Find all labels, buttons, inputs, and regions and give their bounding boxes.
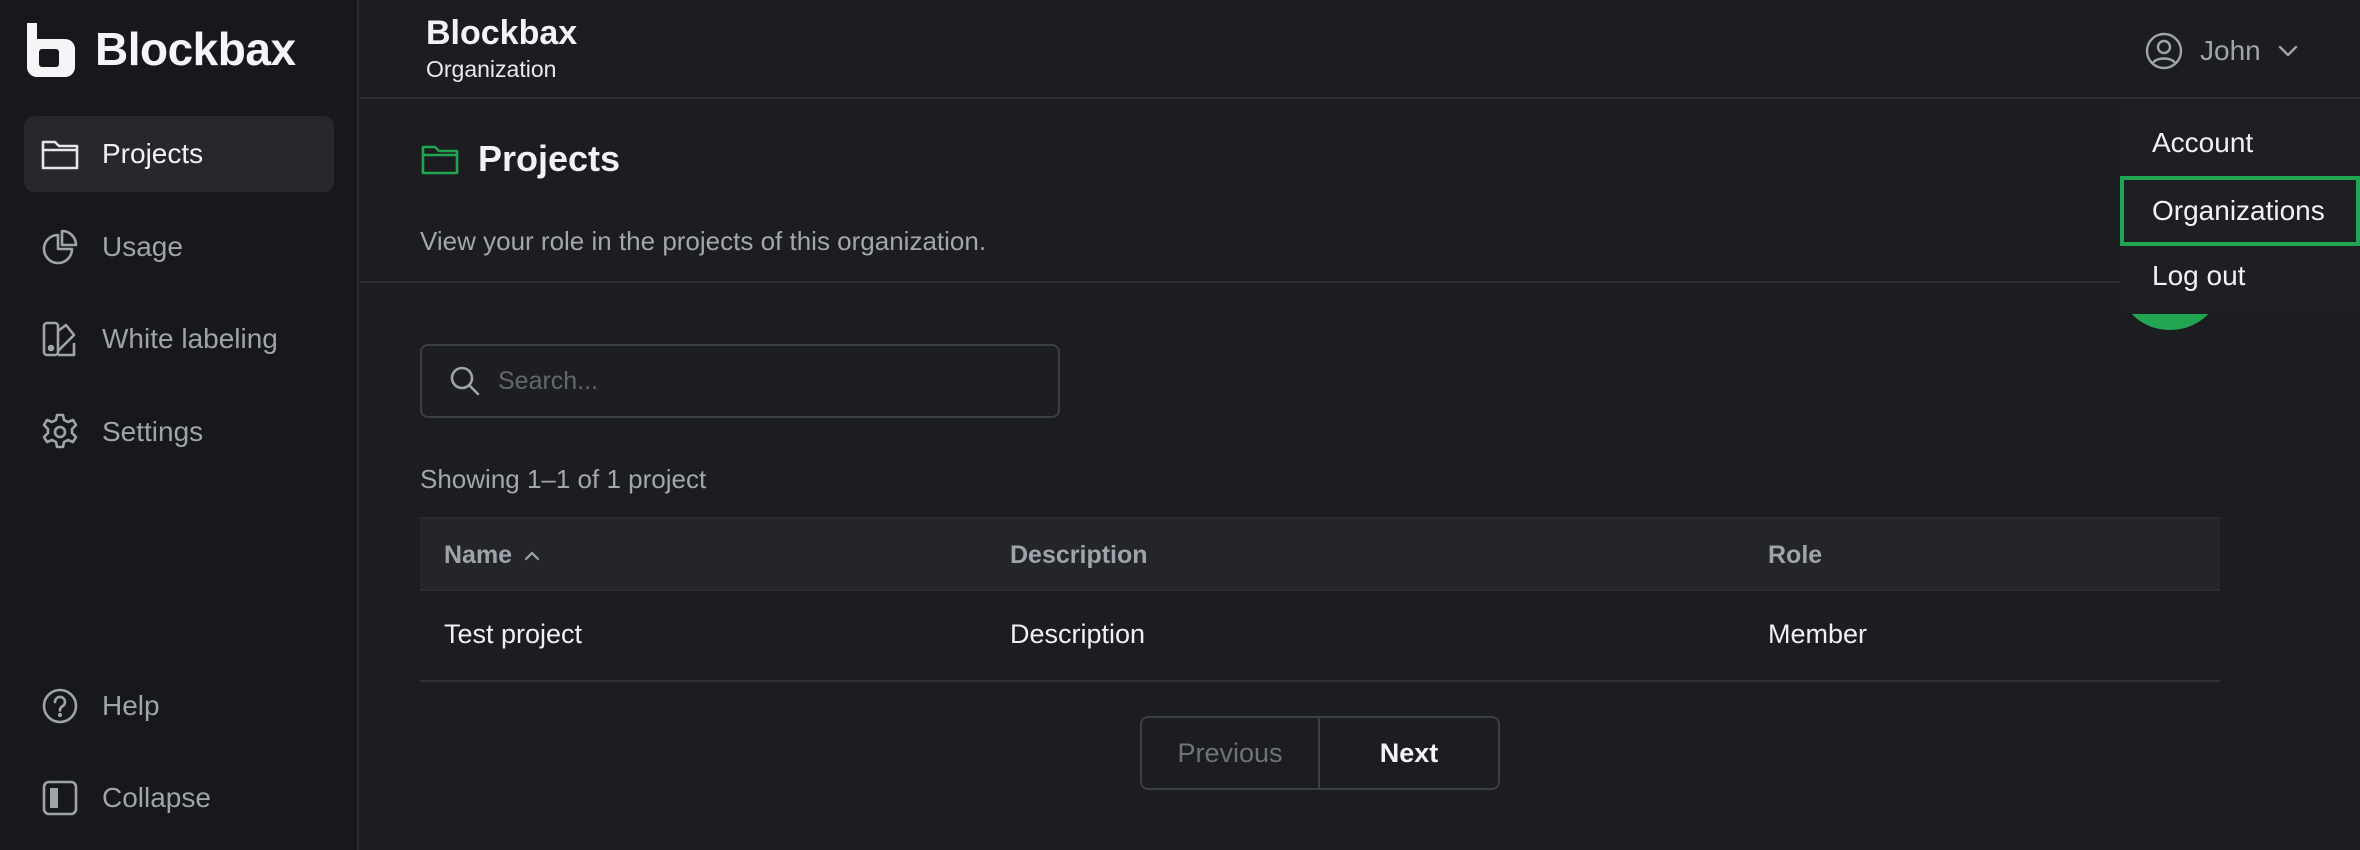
page-title: Projects xyxy=(478,138,621,179)
next-page-button[interactable]: Next xyxy=(1320,718,1498,788)
brand[interactable]: Blockbax xyxy=(23,20,296,78)
sort-ascending-icon xyxy=(524,551,540,560)
previous-page-button[interactable]: Previous xyxy=(1142,718,1320,788)
cell-name: Test project xyxy=(444,619,583,649)
sidebar: Blockbax Projects Usage White labeling S… xyxy=(0,0,359,850)
column-header-description[interactable]: Description xyxy=(1010,541,1148,570)
palette-icon xyxy=(42,321,76,357)
projects-table: Name Description Role Test project Descr… xyxy=(420,517,2220,682)
user-menu-button[interactable]: John xyxy=(2144,22,2301,80)
cell-role: Member xyxy=(1768,619,1868,649)
sidebar-item-label: White labeling xyxy=(102,323,278,354)
blockbax-logo-icon xyxy=(27,23,75,77)
help-circle-icon xyxy=(42,688,78,724)
brand-name: Blockbax xyxy=(95,23,296,75)
top-header: Blockbax Organization xyxy=(360,0,2360,99)
cell-description: Description xyxy=(1010,619,1146,649)
sidebar-item-collapse[interactable]: Collapse xyxy=(24,760,334,836)
folder-icon xyxy=(421,145,459,175)
column-header-name[interactable]: Name xyxy=(444,541,542,570)
column-label: Description xyxy=(1010,541,1148,569)
menu-item-account[interactable]: Account xyxy=(2120,111,2360,175)
table-header: Name Description Role xyxy=(420,517,2220,591)
search-box[interactable] xyxy=(420,344,1060,418)
table-row[interactable]: Test project Description Member xyxy=(420,591,2220,682)
page-description: View your role in the projects of this o… xyxy=(420,226,987,256)
pagination: Previous Next xyxy=(1140,716,1500,790)
search-icon xyxy=(450,366,480,396)
user-dropdown-menu: Account Organizations Log out xyxy=(2120,102,2360,314)
header-subtitle: Organization xyxy=(426,56,557,82)
chevron-down-icon xyxy=(2278,45,2297,57)
sidebar-item-label: Help xyxy=(102,690,160,721)
header-divider xyxy=(360,281,2360,283)
column-header-role[interactable]: Role xyxy=(1768,541,1822,570)
sidebar-item-settings[interactable]: Settings xyxy=(24,394,334,470)
sidebar-item-white-labeling[interactable]: White labeling xyxy=(24,301,334,377)
sidebar-item-label: Projects xyxy=(102,138,204,169)
gear-icon xyxy=(42,413,78,449)
sidebar-item-label: Usage xyxy=(102,231,183,262)
sidebar-item-usage[interactable]: Usage xyxy=(24,209,334,285)
user-name: John xyxy=(2200,35,2261,66)
column-label: Role xyxy=(1768,541,1823,569)
sidebar-item-help[interactable]: Help xyxy=(24,668,334,744)
header-title: Blockbax xyxy=(426,14,578,52)
sidebar-item-label: Collapse xyxy=(102,782,211,813)
sidebar-item-label: Settings xyxy=(102,416,204,447)
search-input[interactable] xyxy=(498,366,1038,396)
user-avatar-icon xyxy=(2145,32,2183,70)
column-label: Name xyxy=(444,541,513,569)
sidebar-item-projects[interactable]: Projects xyxy=(24,116,334,192)
app-root: Blockbax Projects Usage White labeling S… xyxy=(0,0,2360,850)
folder-icon xyxy=(41,140,79,170)
page-heading: Projects xyxy=(420,138,620,180)
collapse-sidebar-icon xyxy=(42,780,78,816)
menu-item-log-out[interactable]: Log out xyxy=(2120,244,2360,308)
menu-item-organizations[interactable]: Organizations xyxy=(2120,176,2360,246)
pie-chart-icon xyxy=(42,229,78,265)
results-count: Showing 1–1 of 1 project xyxy=(420,464,707,494)
